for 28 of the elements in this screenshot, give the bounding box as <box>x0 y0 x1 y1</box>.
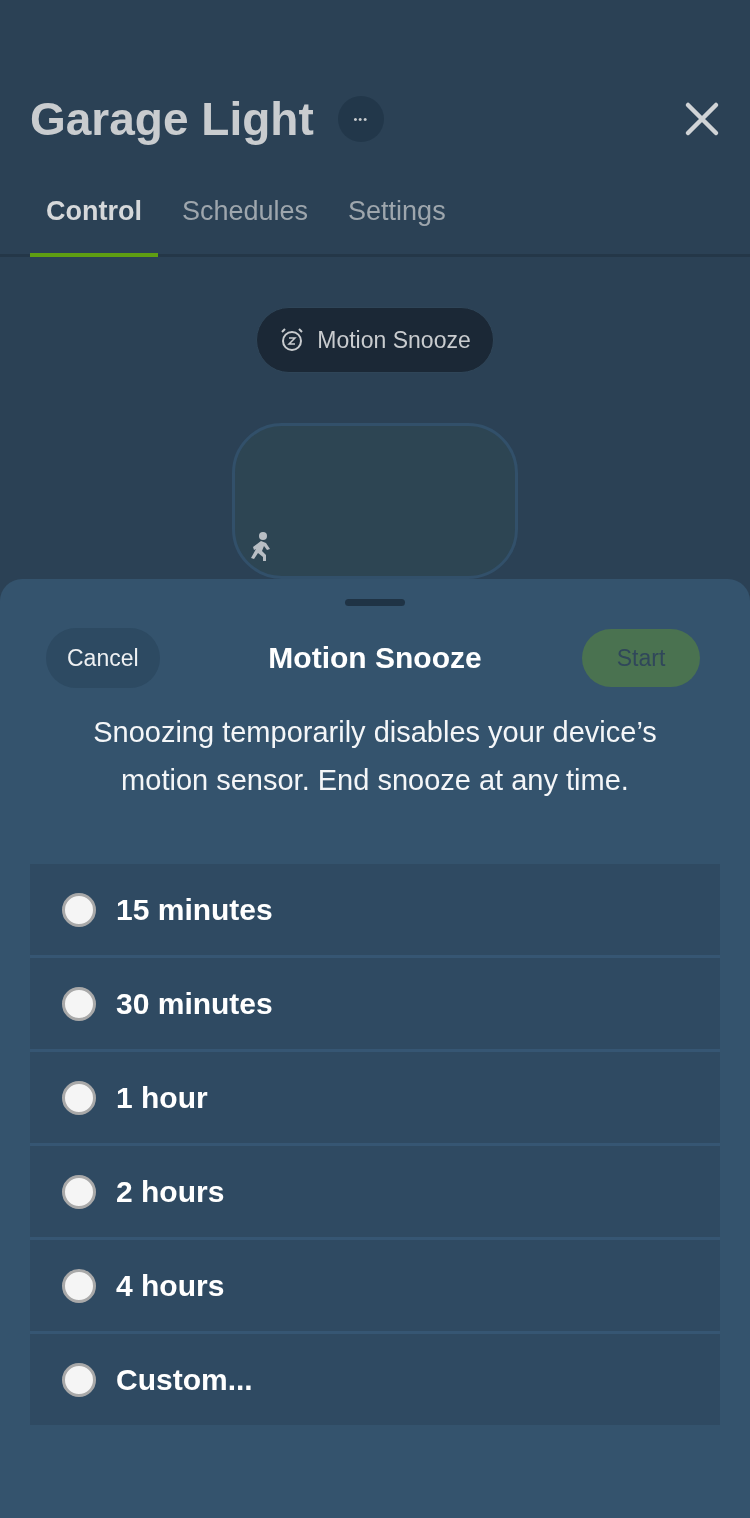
duration-option[interactable]: 15 minutes <box>30 864 720 955</box>
device-title: Garage Light <box>30 92 314 146</box>
option-label: 15 minutes <box>116 892 273 927</box>
radio-button[interactable] <box>62 1174 96 1209</box>
radio-button[interactable] <box>62 892 96 927</box>
duration-option[interactable]: 2 hours <box>30 1146 720 1237</box>
radio-button[interactable] <box>62 1362 96 1397</box>
description-text: Snoozing temporarily disables your device’s motion sensor. End snooze at any time. <box>92 715 658 798</box>
option-label: 2 hours <box>116 1174 225 1209</box>
option-label: 30 minutes <box>116 986 273 1021</box>
option-label: 4 hours <box>116 1268 225 1303</box>
duration-option[interactable]: 30 minutes <box>30 958 720 1049</box>
tab[interactable]: Settings <box>332 176 462 257</box>
sheet-title: Motion Snooze <box>268 641 482 675</box>
option-label: 1 hour <box>116 1080 208 1115</box>
duration-option[interactable]: 1 hour <box>30 1052 720 1143</box>
tab[interactable]: Schedules <box>166 176 325 257</box>
cancel-button[interactable]: Cancel <box>46 628 160 688</box>
radio-button[interactable] <box>62 1268 96 1303</box>
radio-button[interactable] <box>62 1080 96 1115</box>
more-button[interactable]: ••• <box>337 96 384 142</box>
duration-option[interactable]: Custom... <box>30 1334 720 1425</box>
tab[interactable]: Control <box>30 176 158 257</box>
drag-handle[interactable] <box>345 599 405 606</box>
radio-button[interactable] <box>62 986 96 1021</box>
motion-snooze-button[interactable]: Motion Snooze <box>256 307 494 373</box>
duration-option[interactable]: 4 hours <box>30 1240 720 1331</box>
option-label: Custom... <box>116 1362 253 1397</box>
